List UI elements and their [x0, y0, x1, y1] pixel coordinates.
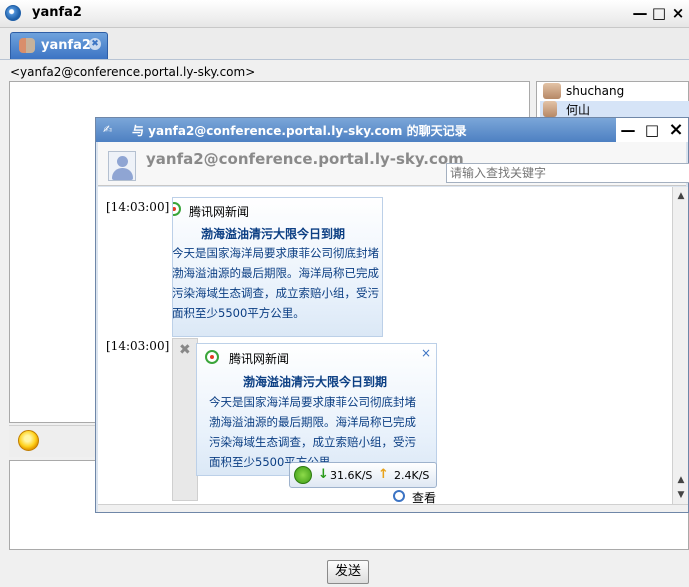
magnifier-icon	[393, 490, 405, 502]
history-search-input[interactable]	[446, 163, 689, 183]
news-body-line: 今天是国家海洋局要求康菲公司彻底封堵	[172, 246, 379, 260]
upload-arrow-icon: ↑	[378, 467, 389, 482]
main-titlebar: yanfa2 — □ ×	[0, 0, 689, 28]
tab-label: yanfa2	[41, 38, 91, 53]
news-source: 腾讯网新闻	[189, 205, 250, 219]
history-maximize-button[interactable]: □	[642, 120, 662, 140]
chat-history-window: ✍ 与 yanfa2@conference.portal.ly-sky.com …	[95, 117, 689, 513]
message-timestamp: [14:03:00]	[106, 339, 170, 353]
member-row-selected[interactable]	[540, 101, 689, 117]
member-avatar	[543, 101, 557, 117]
scroll-up-icon[interactable]: ▲	[673, 189, 689, 203]
history-hscrollbar[interactable]	[98, 504, 688, 512]
news-body-line: 渤海溢油源的最后期限。海洋局称已完成	[209, 415, 416, 429]
news-body-line: 渤海溢油源的最后期限。海洋局称已完成	[172, 266, 379, 280]
view-link[interactable]: 查看	[412, 489, 436, 506]
download-arrow-icon: ↓	[318, 467, 329, 482]
group-chat-icon	[19, 38, 35, 53]
history-room-name: yanfa2@conference.portal.ly-sky.com	[146, 150, 464, 168]
member-name[interactable]: shuchang	[566, 84, 624, 98]
tab-yanfa2[interactable]: yanfa2 ✖	[10, 32, 108, 59]
send-button[interactable]: 发送	[327, 560, 369, 584]
avatar-head	[117, 156, 128, 167]
news-headline[interactable]: 渤海溢油清污大限今日到期	[201, 225, 345, 242]
news-body-line: 污染海域生态调查，成立索赔小组，受污	[172, 286, 379, 300]
maximize-button[interactable]: □	[649, 3, 669, 23]
upload-speed: 2.4K/S	[394, 469, 430, 482]
scroll-down-icon[interactable]: ▼	[673, 488, 689, 502]
history-message-list[interactable]: [14:03:00] 腾讯网新闻 渤海溢油清污大限今日到期 今天是国家海洋局要求…	[98, 187, 672, 504]
history-window-title: 与 yanfa2@conference.portal.ly-sky.com 的聊…	[132, 124, 467, 138]
tencent-news-icon	[173, 202, 181, 216]
member-name[interactable]: 何山	[566, 101, 590, 118]
scroll-up-icon[interactable]: ▲	[673, 473, 689, 487]
download-speed: 31.6K/S	[330, 469, 373, 482]
app-logo-icon	[5, 5, 21, 21]
close-button[interactable]: ×	[668, 3, 688, 23]
history-scrollbar[interactable]: ▲ ▲ ▼	[672, 187, 688, 504]
news-source: 腾讯网新闻	[229, 352, 290, 366]
screenshot-fragment: ✖	[172, 338, 198, 501]
history-window-controls: — □ ×	[616, 118, 688, 142]
network-speed-badge[interactable]: ↓ 31.6K/S ↑ 2.4K/S	[289, 462, 437, 488]
news-card-popup[interactable]: 腾讯网新闻 × 渤海溢油清污大限今日到期 今天是国家海洋局要求康菲公司彻底封堵 …	[196, 343, 437, 476]
minimize-button[interactable]: —	[630, 3, 650, 23]
tencent-news-icon	[205, 350, 219, 364]
emoji-icon[interactable]	[18, 430, 39, 451]
message-timestamp: [14:03:00]	[106, 200, 170, 214]
popup-close-icon[interactable]: ×	[421, 346, 431, 360]
history-minimize-button[interactable]: —	[618, 120, 638, 140]
room-avatar	[108, 151, 136, 181]
speed-monitor-icon	[294, 466, 312, 484]
room-address: <yanfa2@conference.portal.ly-sky.com>	[10, 65, 256, 79]
news-body-line: 污染海域生态调查，成立索赔小组，受污	[209, 435, 416, 449]
news-body-line: 面积至少5500平方公里。	[172, 306, 305, 320]
history-titlebar: ✍ 与 yanfa2@conference.portal.ly-sky.com …	[96, 118, 688, 142]
member-avatar	[543, 83, 561, 99]
avatar-body	[112, 168, 133, 180]
news-body-line: 今天是国家海洋局要求康菲公司彻底封堵	[209, 395, 416, 409]
window-title: yanfa2	[32, 5, 82, 20]
news-card[interactable]: 腾讯网新闻 渤海溢油清污大限今日到期 今天是国家海洋局要求康菲公司彻底封堵 渤海…	[172, 197, 383, 337]
history-close-button[interactable]: ×	[666, 120, 686, 140]
fragment-close-icon: ✖	[179, 342, 191, 358]
news-headline[interactable]: 渤海溢油清污大限今日到期	[243, 373, 387, 390]
tab-close-icon[interactable]: ✖	[89, 38, 101, 50]
history-icon: ✍	[103, 123, 113, 136]
history-header: yanfa2@conference.portal.ly-sky.com	[98, 142, 689, 186]
